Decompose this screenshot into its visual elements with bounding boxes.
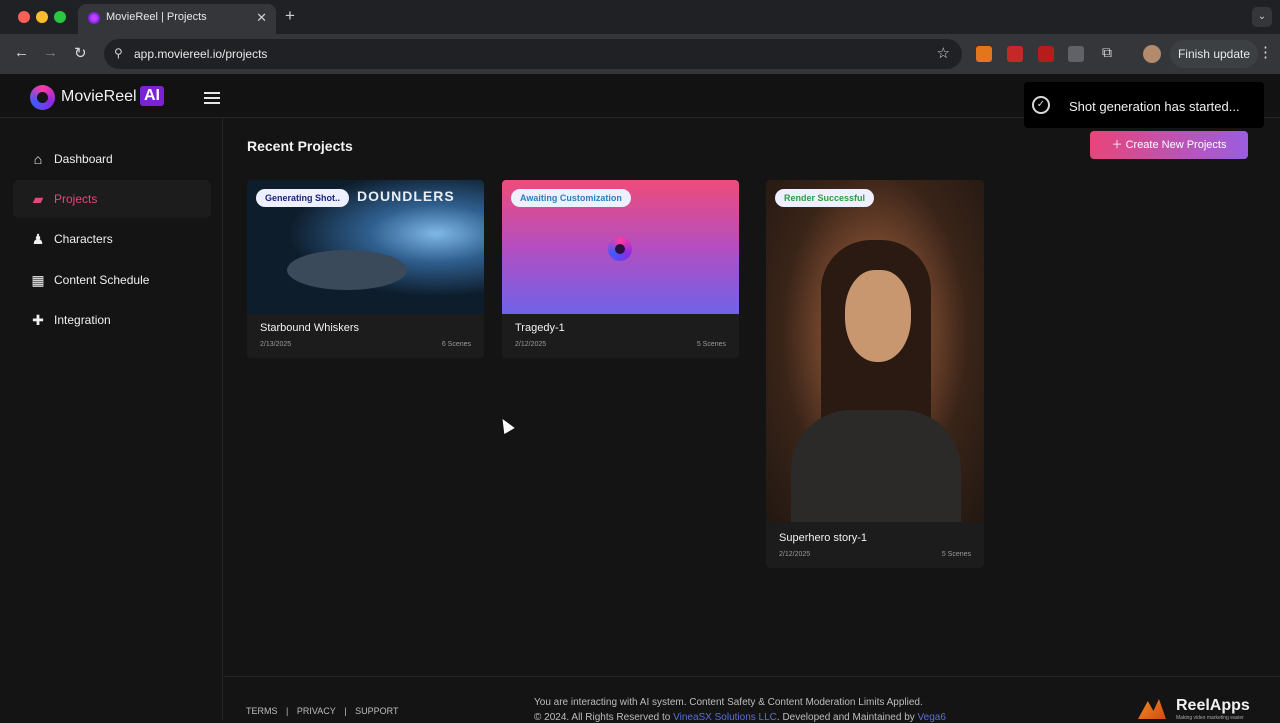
finish-update-button[interactable]: Finish update	[1170, 40, 1258, 68]
maximize-window-button[interactable]	[54, 11, 66, 23]
sidebar-item-dashboard[interactable]: ⌂ Dashboard	[13, 140, 211, 178]
copyright-text: © 2024. All Rights Reserved to VineaSX S…	[534, 712, 946, 723]
project-thumbnail[interactable]	[766, 180, 984, 522]
status-badge: Awaiting Customization	[511, 189, 631, 207]
project-date: 2/12/2025	[779, 551, 811, 558]
reelapps-logo-icon	[1138, 699, 1166, 719]
project-card-tragedy-1[interactable]: Awaiting Customization Tragedy-1 2/12/20…	[502, 180, 739, 358]
project-scene-count: 6 Scenes	[441, 341, 471, 348]
app-root: MovieReel AI ⌂ Dashboard ▰ Projects ♟ Ch…	[0, 74, 1280, 723]
puzzle-icon: ✚	[32, 312, 44, 328]
extensions-puzzle-icon[interactable]: ⧉	[1099, 44, 1115, 60]
bookmark-star-icon[interactable]: ☆	[937, 44, 950, 62]
thumbnail-title-text: DOUNDLERS	[357, 188, 455, 204]
browser-tabbar: MovieReel | Projects ✕ + ⌄	[0, 0, 1280, 34]
sidebar-item-label: Integration	[54, 313, 111, 327]
forward-button[interactable]: →	[43, 44, 58, 61]
browser-menu-icon[interactable]: ⋮	[1258, 43, 1273, 61]
copyright-prefix: © 2024. All Rights Reserved to	[534, 712, 674, 723]
support-link[interactable]: SUPPORT	[355, 706, 398, 716]
hamburger-menu-icon[interactable]	[204, 92, 220, 104]
portrait-face-shape	[845, 270, 911, 362]
sidebar-item-label: Projects	[54, 192, 98, 206]
sidebar-item-label: Content Schedule	[54, 273, 150, 287]
tab-search-button[interactable]: ⌄	[1252, 7, 1272, 27]
footer-links: TERMS | PRIVACY | SUPPORT	[246, 706, 404, 716]
moviereel-favicon-icon	[88, 12, 100, 24]
url-text[interactable]: app.moviereel.io/projects	[134, 47, 267, 61]
sidebar-item-projects[interactable]: ▰ Projects	[13, 180, 211, 218]
extension-red-icon[interactable]	[1007, 46, 1023, 62]
project-name: Superhero story-1	[779, 532, 868, 544]
status-badge: Generating Shot..	[256, 189, 350, 207]
back-button[interactable]: ←	[14, 44, 29, 61]
company-link[interactable]: VineaSX Solutions LLC	[673, 712, 777, 723]
project-card-starbound-whiskers[interactable]: DOUNDLERS Generating Shot.. Starbound Wh…	[247, 180, 484, 358]
sidebar-item-label: Characters	[54, 232, 113, 246]
privacy-link[interactable]: PRIVACY	[297, 706, 336, 716]
logo-text[interactable]: MovieReel	[61, 88, 137, 106]
spaceship-shape	[287, 250, 407, 290]
extension-gray-icon[interactable]	[1068, 46, 1084, 62]
footer-separator: |	[286, 706, 289, 716]
profile-avatar[interactable]	[1143, 45, 1161, 63]
developer-link[interactable]: Vega6	[918, 712, 946, 723]
terms-link[interactable]: TERMS	[246, 706, 278, 716]
reload-button[interactable]: ↻	[74, 44, 87, 62]
portrait-body-shape	[791, 410, 961, 522]
status-badge: Render Successful	[775, 189, 875, 207]
create-new-projects-button[interactable]: ＋ Create New Projects	[1090, 131, 1248, 159]
main-content: Recent Projects ＋ Create New Projects DO…	[224, 118, 1280, 720]
metamask-extension-icon[interactable]	[976, 46, 992, 62]
home-icon: ⌂	[33, 151, 43, 167]
site-info-icon[interactable]: ⚲	[114, 46, 123, 60]
address-bar[interactable]: ⚲ app.moviereel.io/projects ☆	[104, 39, 962, 69]
footer-separator: |	[344, 706, 347, 716]
sidebar-item-label: Dashboard	[54, 152, 113, 166]
person-icon: ♟	[31, 231, 45, 247]
footer: TERMS | PRIVACY | SUPPORT You are intera…	[224, 676, 1280, 723]
tab-title: MovieReel | Projects	[106, 11, 207, 23]
project-scene-count: 5 Scenes	[941, 551, 971, 558]
folder-icon: ▰	[32, 191, 44, 207]
check-circle-icon: ✓	[1032, 96, 1050, 114]
moviereel-logo-icon[interactable]	[30, 85, 55, 110]
sidebar-item-content-schedule[interactable]: ▦ Content Schedule	[13, 261, 211, 299]
project-date: 2/13/2025	[260, 341, 292, 348]
moviereel-placeholder-icon	[608, 237, 632, 261]
close-window-button[interactable]	[18, 11, 30, 23]
browser-navbar: ← → ↻ ⚲ app.moviereel.io/projects ☆ ⧉ Fi…	[0, 34, 1280, 74]
tab-close-icon[interactable]: ✕	[256, 10, 267, 26]
project-scene-count: 5 Scenes	[696, 341, 726, 348]
extension-red2-icon[interactable]	[1038, 46, 1054, 62]
page-title: Recent Projects	[247, 138, 353, 154]
reelapps-tagline: Making video marketing easier	[1176, 715, 1244, 721]
toast-notification: ✓ Shot generation has started...	[1024, 82, 1264, 128]
calendar-icon: ▦	[31, 272, 45, 288]
project-card-superhero-story-1[interactable]: Render Successful Superhero story-1 2/12…	[766, 180, 984, 568]
ai-disclosure-text: You are interacting with AI system. Cont…	[534, 697, 923, 708]
sidebar: ⌂ Dashboard ▰ Projects ♟ Characters ▦ Co…	[0, 118, 223, 720]
logo-ai-badge[interactable]: AI	[140, 86, 164, 106]
project-name: Starbound Whiskers	[260, 322, 360, 334]
project-date: 2/12/2025	[515, 341, 547, 348]
new-tab-button[interactable]: +	[285, 6, 295, 26]
minimize-window-button[interactable]	[36, 11, 48, 23]
copyright-mid: . Developed and Maintained by	[776, 712, 918, 723]
sidebar-item-characters[interactable]: ♟ Characters	[13, 220, 211, 258]
browser-tab[interactable]: MovieReel | Projects ✕	[78, 4, 276, 34]
reelapps-brand: ReelApps	[1176, 697, 1250, 714]
sidebar-item-integration[interactable]: ✚ Integration	[13, 301, 211, 339]
toast-message: Shot generation has started...	[1069, 99, 1240, 114]
project-name: Tragedy-1	[515, 322, 565, 334]
